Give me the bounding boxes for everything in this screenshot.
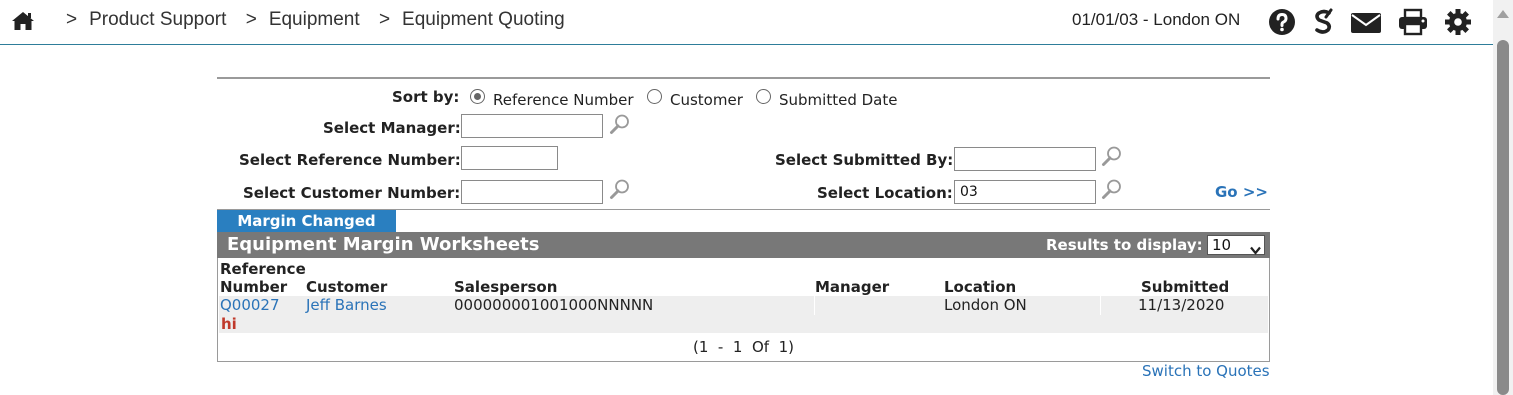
breadcrumb-item-equipment-quoting: Equipment Quoting bbox=[402, 9, 565, 30]
grid-header: Equipment Margin Worksheets Results to d… bbox=[217, 232, 1270, 258]
grid-title: Equipment Margin Worksheets bbox=[227, 234, 540, 255]
breadcrumb: > Product Support > Equipment > Equipment Q… bbox=[66, 9, 579, 31]
grid-body: Reference Number Customer Salesperson Ma… bbox=[217, 258, 1270, 362]
search-icon[interactable] bbox=[1101, 178, 1123, 200]
print-icon[interactable] bbox=[1398, 8, 1428, 36]
customer-number-input[interactable] bbox=[461, 180, 603, 204]
select-submitted-by-label: Select Submitted By: bbox=[775, 151, 954, 169]
scrollbar-thumb[interactable] bbox=[1497, 40, 1509, 395]
manager-input[interactable] bbox=[461, 114, 603, 138]
results-to-display-label: Results to display: bbox=[1046, 236, 1203, 254]
column-header-salesperson[interactable]: Salesperson bbox=[454, 278, 557, 296]
column-header-location[interactable]: Location bbox=[944, 278, 1016, 296]
salesperson-cell: 000000001001000NNNNN bbox=[454, 296, 654, 314]
gear-icon[interactable] bbox=[1444, 8, 1472, 36]
results-select-value: 10 bbox=[1212, 236, 1232, 254]
select-customer-number-label: Select Customer Number: bbox=[243, 184, 461, 202]
breadcrumb-separator: > bbox=[378, 9, 391, 30]
switch-to-quotes-link[interactable]: Switch to Quotes bbox=[1142, 362, 1270, 380]
breadcrumb-separator: > bbox=[245, 9, 257, 30]
breadcrumb-separator: > bbox=[66, 9, 78, 30]
divider bbox=[217, 77, 1270, 79]
chevron-down-icon bbox=[1250, 241, 1261, 255]
search-icon[interactable] bbox=[609, 113, 631, 135]
column-header-number[interactable]: Number bbox=[220, 278, 287, 296]
customer-link[interactable]: Jeff Barnes bbox=[306, 296, 387, 315]
radio-sort-reference[interactable] bbox=[470, 89, 485, 104]
reference-link[interactable]: Q00027 bbox=[220, 296, 280, 315]
location-input[interactable] bbox=[954, 180, 1096, 204]
radio-sort-submitted-date[interactable] bbox=[756, 89, 771, 104]
column-header-manager[interactable]: Manager bbox=[815, 278, 889, 296]
scroll-up-arrow-icon[interactable] bbox=[1497, 10, 1509, 18]
select-reference-number-label: Select Reference Number: bbox=[239, 151, 461, 169]
search-icon[interactable] bbox=[1101, 145, 1123, 167]
radio-label-reference[interactable]: Reference Number bbox=[493, 91, 634, 109]
help-icon[interactable] bbox=[1268, 8, 1296, 36]
results-to-display-select[interactable]: 10 bbox=[1207, 235, 1265, 255]
search-icon[interactable] bbox=[609, 178, 631, 200]
radio-sort-customer[interactable] bbox=[647, 89, 662, 104]
column-header-customer[interactable]: Customer bbox=[306, 278, 387, 296]
radio-label-submitted-date[interactable]: Submitted Date bbox=[779, 91, 897, 109]
tab-margin-changed[interactable]: Margin Changed bbox=[217, 210, 396, 232]
row-note: hi bbox=[221, 315, 237, 333]
table-row-note bbox=[219, 315, 1268, 333]
column-header-reference[interactable]: Reference bbox=[220, 260, 306, 278]
sort-by-label: Sort by: bbox=[392, 88, 460, 106]
top-bar: > Product Support > Equipment > Equipment Q… bbox=[0, 0, 1493, 45]
pagination: (1 - 1 Of 1) bbox=[693, 338, 794, 356]
submitted-cell: 11/13/2020 bbox=[1138, 296, 1225, 314]
home-icon[interactable] bbox=[11, 10, 35, 32]
location-cell: London ON bbox=[944, 296, 1027, 314]
s-logo-icon[interactable] bbox=[1310, 8, 1338, 36]
submitted-by-input[interactable] bbox=[954, 147, 1096, 171]
reference-number-input[interactable] bbox=[461, 146, 558, 170]
date-location: 01/01/03 - London ON bbox=[1072, 10, 1241, 29]
breadcrumb-item-equipment[interactable]: Equipment bbox=[269, 9, 360, 30]
cell-divider bbox=[1100, 296, 1101, 315]
radio-label-customer[interactable]: Customer bbox=[670, 91, 743, 109]
go-button[interactable]: Go >> bbox=[1215, 183, 1268, 201]
cell-divider bbox=[814, 296, 815, 315]
mail-icon[interactable] bbox=[1350, 8, 1382, 36]
select-location-label: Select Location: bbox=[817, 184, 953, 202]
select-manager-label: Select Manager: bbox=[323, 119, 461, 137]
breadcrumb-item-product-support[interactable]: Product Support bbox=[89, 9, 226, 30]
column-header-submitted[interactable]: Submitted bbox=[1141, 278, 1229, 296]
